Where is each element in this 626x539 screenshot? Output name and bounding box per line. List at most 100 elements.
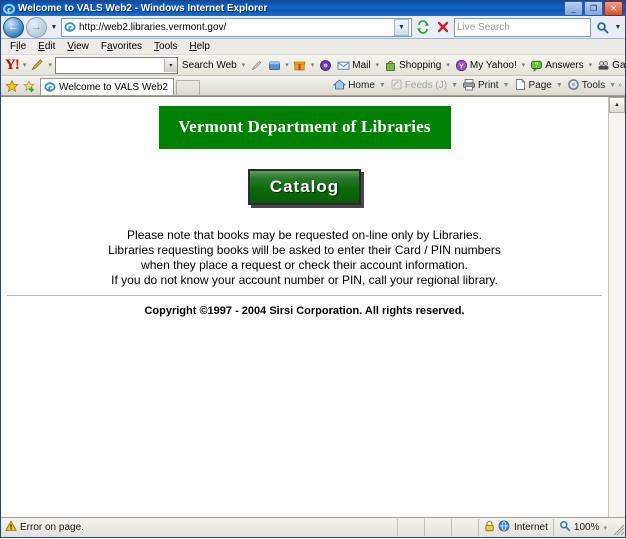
- zoom-dropdown[interactable]: ▾: [602, 524, 608, 532]
- tab-favicon-icon: e: [44, 81, 56, 93]
- notice-line-2: Libraries requesting books will be asked…: [108, 243, 501, 257]
- mail-dropdown[interactable]: ▾: [374, 61, 382, 69]
- zone-icon: [498, 520, 510, 535]
- stop-icon[interactable]: [434, 18, 452, 36]
- page-viewport: Vermont Department of Libraries Catalog …: [1, 96, 625, 517]
- page-label: Page: [528, 80, 552, 91]
- window-controls: _ ❐ ✕: [564, 1, 623, 16]
- recent-pages-dropdown[interactable]: ▼: [49, 18, 59, 36]
- my-yahoo-button[interactable]: Y My Yahoo!: [452, 59, 520, 72]
- tools-button[interactable]: Tools: [564, 78, 608, 94]
- yahoo-mail-button[interactable]: Mail: [334, 59, 373, 72]
- catalog-button[interactable]: Catalog: [247, 169, 362, 205]
- menu-file[interactable]: File: [4, 39, 32, 54]
- search-web-label: Search Web: [181, 59, 237, 71]
- home-icon: [333, 78, 347, 94]
- menu-view[interactable]: View: [61, 39, 95, 54]
- command-bar-overflow-button[interactable]: »: [617, 82, 623, 89]
- feeds-dropdown[interactable]: ▼: [450, 82, 459, 89]
- close-button[interactable]: ✕: [604, 1, 623, 16]
- scroll-track[interactable]: [609, 113, 625, 517]
- notice-line-1: Please note that books may be requested …: [127, 228, 482, 242]
- bookmarks-icon[interactable]: [265, 56, 283, 74]
- print-label: Print: [478, 80, 499, 91]
- search-icon[interactable]: [593, 18, 611, 36]
- forward-button[interactable]: →: [26, 16, 47, 38]
- yahoo-toolbar: Y! ▾ ▾ ▾ Search Web ▾ ▾ ▾ Mail ▾ Shoppin…: [1, 55, 625, 76]
- pencil-tool-icon[interactable]: [247, 56, 265, 74]
- divider: [7, 295, 602, 296]
- scroll-up-button[interactable]: ▲: [609, 97, 625, 113]
- catalog-button-container: Catalog: [1, 169, 608, 205]
- tab-title: Welcome to VALS Web2: [59, 81, 168, 93]
- yahoo-search-input[interactable]: ▾: [54, 56, 178, 74]
- feeds-button[interactable]: Feeds (J): [387, 78, 450, 94]
- print-button[interactable]: Print: [459, 78, 502, 94]
- yahoo-logo-dropdown[interactable]: ▾: [21, 61, 29, 69]
- favorites-star-icon[interactable]: [3, 77, 20, 94]
- menu-tools[interactable]: Tools: [148, 39, 183, 54]
- tools-dropdown[interactable]: ▼: [608, 82, 617, 89]
- menu-help[interactable]: Help: [183, 39, 216, 54]
- page-button[interactable]: Page: [511, 78, 555, 94]
- add-to-favorites-icon[interactable]: [20, 77, 37, 94]
- zone-label: Internet: [513, 522, 548, 533]
- security-zone-indicator[interactable]: Internet: [477, 519, 553, 536]
- zoom-control[interactable]: 100% ▾: [552, 519, 612, 536]
- menu-bar: File Edit View Favorites Tools Help: [1, 39, 625, 55]
- search-web-button[interactable]: Search Web: [179, 60, 240, 71]
- my-yahoo-icon: Y: [455, 59, 468, 72]
- games-icon: [597, 59, 610, 72]
- zoom-icon: [559, 520, 571, 535]
- yahoo-search-dropdown[interactable]: ▾: [163, 58, 177, 72]
- vertical-scrollbar[interactable]: ▲: [608, 97, 625, 517]
- shopping-dropdown[interactable]: ▾: [444, 61, 452, 69]
- page-content: Vermont Department of Libraries Catalog …: [1, 97, 608, 517]
- pencil-dropdown[interactable]: ▾: [46, 61, 54, 69]
- yahoo-answers-button[interactable]: ? Answers: [527, 59, 586, 72]
- address-input[interactable]: e http://web2.libraries.vermont.gov/ ▼: [61, 17, 412, 37]
- yahoo-shopping-button[interactable]: Shopping: [381, 59, 444, 72]
- antispy-icon[interactable]: [316, 56, 334, 74]
- svg-text:?: ?: [535, 62, 539, 69]
- tools-label: Tools: [581, 80, 606, 91]
- mail-label: Mail: [352, 59, 371, 71]
- page-dropdown[interactable]: ▼: [555, 82, 564, 89]
- mail-icon: [337, 59, 350, 72]
- maximize-button[interactable]: ❐: [584, 1, 603, 16]
- home-dropdown[interactable]: ▼: [378, 82, 387, 89]
- answers-dropdown[interactable]: ▾: [587, 61, 595, 69]
- back-button[interactable]: ←: [3, 16, 24, 38]
- print-dropdown[interactable]: ▼: [502, 82, 511, 89]
- live-search-input[interactable]: Live Search: [454, 17, 591, 37]
- status-cell-3: [450, 519, 478, 536]
- command-bar: Home ▼ Feeds (J) ▼ Print ▼ Page ▼ Tools …: [330, 76, 625, 95]
- ie-logo-icon: e: [2, 3, 16, 15]
- gift-dropdown[interactable]: ▾: [309, 61, 317, 69]
- answers-icon: ?: [530, 59, 543, 72]
- notice-line-3: when they place a request or check their…: [141, 258, 468, 272]
- yahoo-games-button[interactable]: Games: [594, 59, 625, 72]
- home-label: Home: [348, 80, 375, 91]
- shopping-label: Shopping: [399, 59, 442, 71]
- menu-favorites[interactable]: Favorites: [95, 39, 148, 54]
- bookmarks-dropdown[interactable]: ▾: [283, 61, 291, 69]
- resize-grip[interactable]: [612, 519, 625, 536]
- title-bar: e Welcome to VALS Web2 - Windows Interne…: [1, 1, 625, 16]
- my-yahoo-dropdown[interactable]: ▾: [520, 61, 528, 69]
- gift-icon[interactable]: [291, 56, 309, 74]
- address-dropdown-button[interactable]: ▼: [394, 18, 409, 36]
- site-banner: Vermont Department of Libraries: [158, 106, 451, 149]
- pencil-icon[interactable]: [28, 56, 46, 74]
- new-tab-button[interactable]: [175, 80, 200, 95]
- yahoo-logo-icon[interactable]: Y!: [3, 57, 21, 73]
- tools-icon: [567, 78, 580, 94]
- menu-edit[interactable]: Edit: [32, 39, 61, 54]
- minimize-button[interactable]: _: [564, 1, 583, 16]
- browser-tab[interactable]: e Welcome to VALS Web2: [40, 78, 174, 95]
- url-text: http://web2.libraries.vermont.gov/: [79, 21, 227, 33]
- refresh-icon[interactable]: [414, 18, 432, 36]
- search-web-dropdown[interactable]: ▾: [240, 61, 248, 69]
- home-button[interactable]: Home: [330, 78, 378, 94]
- search-provider-dropdown[interactable]: ▼: [613, 18, 623, 36]
